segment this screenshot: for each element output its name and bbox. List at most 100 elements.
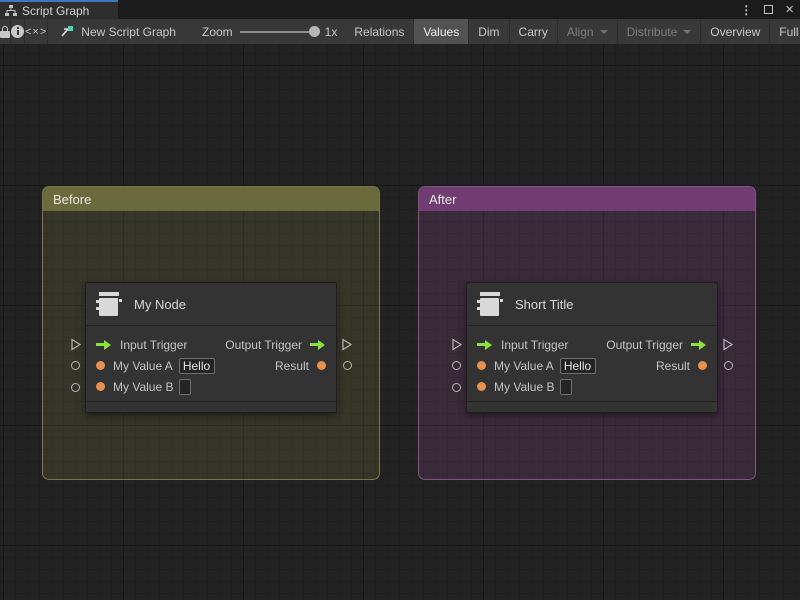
- code-icon: <×>: [25, 25, 48, 38]
- input-trigger-label: Input Trigger: [501, 337, 569, 352]
- node-ports: Input Trigger Output Trigger My Value A …: [467, 326, 717, 401]
- dim-toggle[interactable]: Dim: [469, 19, 510, 44]
- node-title: My Node: [134, 296, 187, 312]
- value-b-port[interactable]: My Value B: [96, 380, 173, 394]
- chevron-down-icon: [683, 29, 692, 34]
- unit-node-icon: [477, 292, 503, 316]
- result-label: Result: [274, 358, 309, 373]
- flow-arrow-icon: [477, 339, 493, 350]
- external-value-b-port[interactable]: [452, 383, 461, 392]
- value-b-label: My Value B: [494, 379, 555, 394]
- values-toggle[interactable]: Values: [414, 19, 470, 44]
- tab-script-graph[interactable]: Script Graph: [0, 0, 118, 19]
- flow-arrow-icon: [310, 339, 326, 350]
- tab-bar: Script Graph ⋮ ×: [0, 0, 800, 19]
- zoom-slider-handle[interactable]: [308, 25, 320, 37]
- external-value-a-port[interactable]: [71, 361, 80, 370]
- node-header[interactable]: Short Title: [467, 283, 717, 326]
- zoom-label: Zoom: [201, 24, 233, 39]
- external-trigger-out-port[interactable]: [341, 338, 353, 356]
- lock-button[interactable]: [0, 19, 11, 44]
- result-label: Result: [655, 358, 690, 373]
- code-view-button[interactable]: <×>: [25, 19, 49, 44]
- maximize-icon[interactable]: [764, 5, 774, 14]
- overview-button[interactable]: Overview: [701, 19, 771, 44]
- node-footer: [467, 401, 717, 412]
- chevron-down-icon: [599, 29, 608, 34]
- unit-node-icon: [96, 292, 122, 316]
- value-port-icon: [317, 361, 326, 370]
- value-b-label: My Value B: [113, 379, 174, 394]
- group-before-label: Before: [53, 191, 92, 207]
- graph-name: New Script Graph: [48, 19, 186, 44]
- port-row-value-a: My Value A Result: [477, 355, 707, 376]
- carry-toggle[interactable]: Carry: [510, 19, 558, 44]
- external-value-a-port[interactable]: [452, 361, 461, 370]
- graph-toolbar: <×> New Script Graph Zoom 1x Relations V…: [0, 19, 800, 44]
- info-button[interactable]: [11, 19, 25, 44]
- value-port-icon: [96, 361, 105, 370]
- external-trigger-in-port[interactable]: [70, 338, 82, 356]
- value-b-input[interactable]: [179, 378, 192, 395]
- align-dropdown[interactable]: Align: [558, 19, 618, 44]
- port-row-triggers: Input Trigger Output Trigger: [96, 334, 326, 355]
- window-controls: ⋮ ×: [740, 0, 794, 19]
- output-trigger-port[interactable]: Output Trigger: [606, 338, 707, 352]
- carry-label: Carry: [518, 24, 548, 39]
- script-graph-window: Script Graph ⋮ × <×> New Script Graph Zo…: [0, 0, 800, 600]
- value-a-port[interactable]: My Value A: [96, 359, 173, 373]
- distribute-label: Distribute: [626, 24, 678, 39]
- result-port[interactable]: Result: [275, 359, 326, 373]
- align-label: Align: [566, 24, 594, 39]
- output-trigger-label: Output Trigger: [225, 337, 302, 352]
- zoom-slider[interactable]: [239, 25, 320, 37]
- node-ports: Input Trigger Output Trigger My Value A …: [86, 326, 336, 401]
- group-before-header[interactable]: Before: [43, 187, 379, 211]
- overview-label: Overview: [710, 24, 761, 39]
- node-title: Short Title: [515, 296, 574, 312]
- tab-title: Script Graph: [22, 3, 90, 18]
- hierarchy-icon: [5, 5, 17, 16]
- relations-toggle[interactable]: Relations: [345, 19, 415, 44]
- info-icon: [11, 25, 24, 38]
- dim-label: Dim: [478, 24, 500, 39]
- external-trigger-in-port[interactable]: [451, 338, 463, 356]
- node-header[interactable]: My Node: [86, 283, 336, 326]
- output-trigger-label: Output Trigger: [606, 337, 683, 352]
- distribute-dropdown[interactable]: Distribute: [618, 19, 702, 44]
- close-icon[interactable]: ×: [785, 2, 794, 17]
- value-b-input[interactable]: [560, 378, 573, 395]
- window-menu-icon[interactable]: ⋮: [740, 4, 752, 16]
- value-a-port[interactable]: My Value A: [477, 359, 554, 373]
- zoom-value: 1x: [324, 24, 338, 39]
- value-port-icon: [477, 361, 486, 370]
- output-trigger-port[interactable]: Output Trigger: [225, 338, 326, 352]
- input-trigger-port[interactable]: Input Trigger: [477, 338, 568, 352]
- external-value-b-port[interactable]: [71, 383, 80, 392]
- result-port[interactable]: Result: [656, 359, 707, 373]
- port-row-value-b: My Value B: [477, 376, 707, 397]
- external-result-port[interactable]: [724, 361, 733, 370]
- fullscreen-button[interactable]: Full Screen: [770, 19, 800, 44]
- fullscreen-label: Full Screen: [779, 24, 800, 39]
- script-graph-flow-icon: [61, 26, 74, 37]
- graph-canvas[interactable]: Before After My Node Input Trigger Outpu…: [0, 44, 800, 600]
- node-my-node[interactable]: My Node Input Trigger Output Trigger My …: [71, 282, 353, 413]
- external-trigger-out-port[interactable]: [722, 338, 734, 356]
- group-after-header[interactable]: After: [419, 187, 755, 211]
- node-short-title[interactable]: Short Title Input Trigger Output Trigger: [452, 282, 734, 413]
- flow-arrow-icon: [691, 339, 707, 350]
- node-footer: [86, 401, 336, 412]
- port-row-value-b: My Value B: [96, 376, 326, 397]
- relations-label: Relations: [354, 24, 405, 39]
- value-a-input[interactable]: [559, 357, 596, 374]
- value-b-port[interactable]: My Value B: [477, 380, 554, 394]
- input-trigger-port[interactable]: Input Trigger: [96, 338, 187, 352]
- port-row-value-a: My Value A Result: [96, 355, 326, 376]
- value-a-label: My Value A: [113, 358, 173, 373]
- external-result-port[interactable]: [343, 361, 352, 370]
- values-label: Values: [423, 24, 460, 39]
- graph-name-label: New Script Graph: [81, 24, 176, 39]
- value-port-icon: [96, 382, 105, 391]
- value-a-input[interactable]: [178, 357, 215, 374]
